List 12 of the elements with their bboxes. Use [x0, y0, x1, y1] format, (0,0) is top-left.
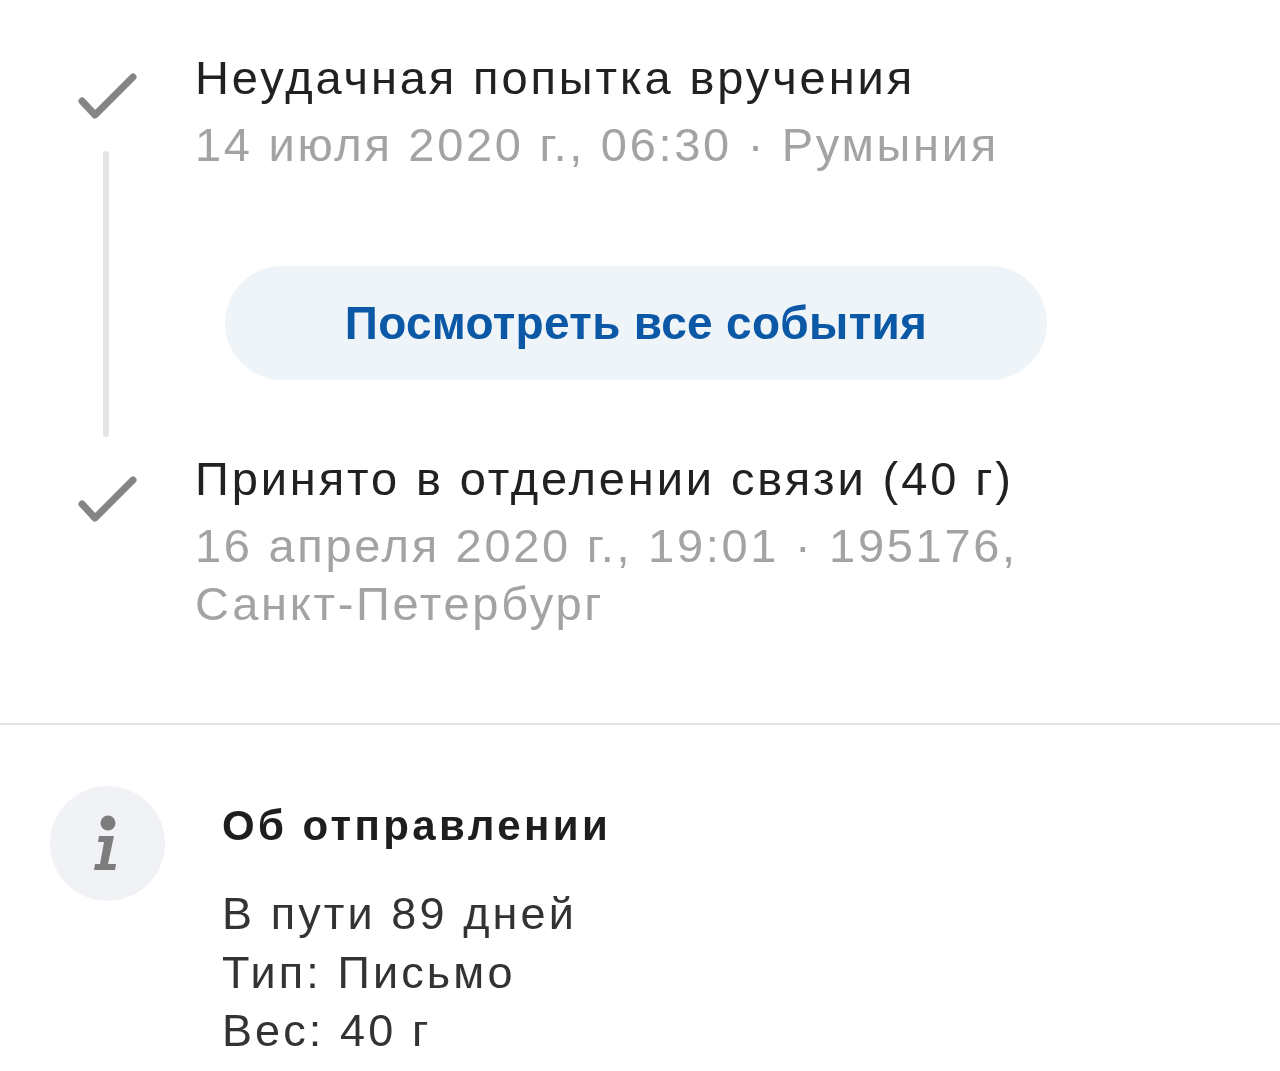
- info-line: В пути 89 дней: [222, 887, 578, 941]
- info-line: Тип: Письмо: [222, 945, 517, 1000]
- checkmark-icon: [78, 73, 137, 119]
- info-icon: [50, 786, 165, 901]
- event-title: Неудачная попытка вручения: [195, 50, 917, 106]
- show-all-events-button[interactable]: Посмотреть все события: [225, 266, 1047, 380]
- section-title: Об отправлении: [222, 801, 613, 851]
- event-details: 14 июля 2020 г., 06:30 · Румыния: [195, 117, 1000, 173]
- event-title: Принято в отделении связи (40 г): [195, 451, 1015, 507]
- checkmark-icon: [78, 476, 137, 522]
- info-line: Вес: 40 г: [222, 1004, 433, 1058]
- event-details: 16 апреля 2020 г., 19:01 · 195176, Санкт-Петербург: [195, 518, 1019, 632]
